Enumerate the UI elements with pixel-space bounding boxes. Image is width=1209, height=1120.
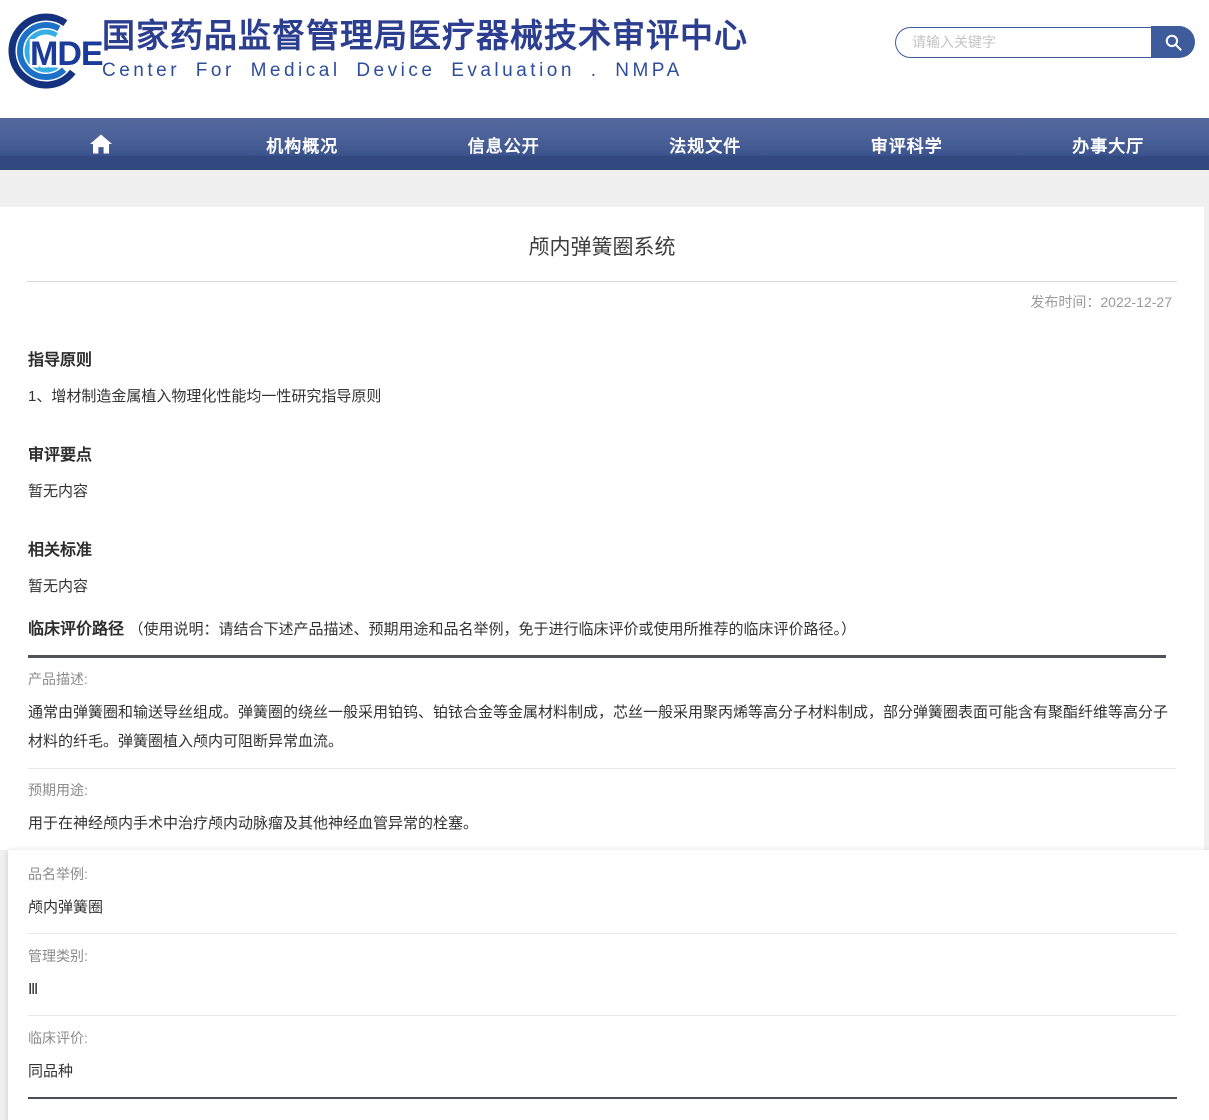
publish-date-value: 2022-12-27 [1100, 294, 1172, 310]
site-header: MDE 国家药品监督管理局医疗器械技术审评中心 Center For Medic… [0, 0, 1209, 118]
guidance-item-link[interactable]: 1、增材制造金属植入物理化性能均一性研究指导原则 [28, 386, 1176, 407]
field-label: 产品描述: [28, 669, 1176, 689]
field-label: 临床评价: [28, 1028, 1177, 1048]
field-label: 管理类别: [28, 946, 1177, 966]
field-clinical-evaluation: 临床评价: 同品种 [28, 1016, 1177, 1099]
clinical-path-note: （使用说明：请结合下述产品描述、预期用途和品名举例，免于进行临床评价或使用所推荐… [128, 621, 856, 638]
publish-date: 发布时间：2022-12-27 [0, 282, 1204, 312]
home-icon [89, 132, 113, 156]
section-heading-standards: 相关标准 [28, 540, 1176, 562]
nav-item-service-hall[interactable]: 办事大厅 [1072, 132, 1144, 157]
nav-item-information[interactable]: 信息公开 [468, 132, 540, 157]
field-intended-use: 预期用途: 用于在神经颅内手术中治疗颅内动脉瘤及其他神经血管异常的栓塞。 [28, 769, 1176, 850]
search-button[interactable] [1151, 26, 1195, 58]
cmde-logo[interactable]: MDE [8, 8, 104, 94]
section-heading-review-points: 审评要点 [28, 445, 1176, 467]
nav-item-regulations[interactable]: 法规文件 [669, 132, 741, 157]
field-management-class: 管理类别: Ⅲ [28, 934, 1177, 1016]
field-value: Ⅲ [28, 975, 1177, 1004]
clinical-path-heading: 临床评价路径 [28, 621, 124, 638]
field-label: 预期用途: [28, 780, 1176, 800]
cmde-logo-icon: MDE [8, 8, 104, 94]
section-heading-guidance: 指导原则 [28, 350, 1176, 372]
nav-item-organization[interactable]: 机构概况 [266, 132, 338, 157]
standards-content: 暂无内容 [28, 576, 1176, 597]
nav-item-home[interactable] [89, 132, 113, 156]
classification-card: 品名举例: 颅内弹簧圈 管理类别: Ⅲ 临床评价: 同品种 [8, 850, 1209, 1120]
article-card: 颅内弹簧圈系统 发布时间：2022-12-27 指导原则 1、增材制造金属植入物… [0, 207, 1204, 850]
site-titles: 国家药品监督管理局医疗器械技术审评中心 Center For Medical D… [102, 14, 748, 84]
field-product-name-example: 品名举例: 颅内弹簧圈 [28, 852, 1177, 934]
logo-text: MDE [30, 35, 103, 73]
article-title: 颅内弹簧圈系统 [0, 207, 1204, 281]
field-value: 颅内弹簧圈 [28, 893, 1177, 922]
field-label: 品名举例: [28, 864, 1177, 884]
field-value: 同品种 [28, 1057, 1177, 1086]
site-subtitle: Center For Medical Device Evaluation . N… [102, 58, 748, 84]
search-icon [1164, 33, 1183, 52]
search-input[interactable] [895, 27, 1151, 58]
clinical-path-heading-row: 临床评价路径 （使用说明：请结合下述产品描述、预期用途和品名举例，免于进行临床评… [28, 619, 1176, 641]
nav-item-review-science[interactable]: 审评科学 [871, 132, 943, 157]
field-product-description: 产品描述: 通常由弹簧圈和输送导丝组成。弹簧圈的绕丝一般采用铂钨、铂铱合金等金属… [28, 658, 1176, 769]
field-value: 用于在神经颅内手术中治疗颅内动脉瘤及其他神经血管异常的栓塞。 [28, 809, 1176, 838]
review-points-content: 暂无内容 [28, 481, 1176, 502]
site-title: 国家药品监督管理局医疗器械技术审评中心 [102, 14, 748, 58]
main-nav: 机构概况 信息公开 法规文件 审评科学 办事大厅 [0, 118, 1209, 170]
publish-date-label: 发布时间： [1030, 294, 1100, 310]
field-value: 通常由弹簧圈和输送导丝组成。弹簧圈的绕丝一般采用铂钨、铂铱合金等金属材料制成，芯… [28, 698, 1176, 756]
search-bar [895, 26, 1195, 58]
